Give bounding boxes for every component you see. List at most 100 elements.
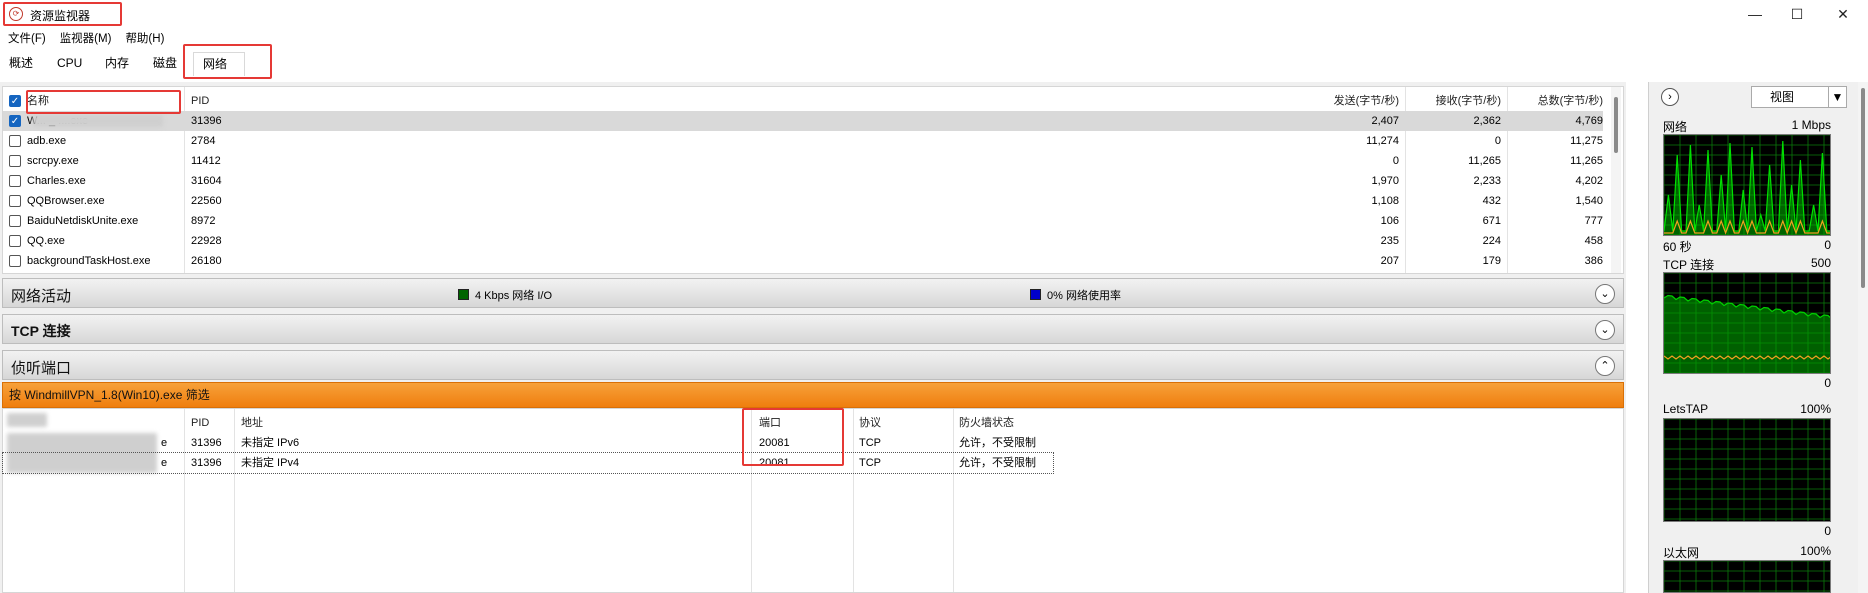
port-number: 20081 bbox=[759, 457, 790, 469]
process-checkbox[interactable] bbox=[9, 235, 21, 247]
process-checkbox[interactable]: ✓ bbox=[9, 115, 21, 127]
process-send: 11,274 bbox=[1366, 135, 1399, 147]
ports-col-port[interactable]: 端口 bbox=[759, 413, 781, 433]
process-row[interactable]: adb.exe 2784 11,274 0 11,275 bbox=[3, 131, 1603, 151]
expand-arrow-icon[interactable]: › bbox=[1661, 88, 1679, 106]
port-row[interactable]: e 31396 未指定 IPv6 20081 TCP 允许，不受限制 bbox=[3, 433, 1053, 453]
process-pid: 2784 bbox=[191, 135, 216, 147]
ports-table: PID 地址 端口 协议 防火墙状态 e 31396 未指定 IPv6 20081 TC… bbox=[2, 408, 1624, 593]
section-listening-ports[interactable]: 侦听端口 ⌃ bbox=[2, 350, 1624, 380]
port-number: 20081 bbox=[759, 437, 790, 449]
tab-memory[interactable]: 内存 bbox=[96, 52, 138, 76]
process-recv: 671 bbox=[1482, 215, 1501, 227]
tab-disk[interactable]: 磁盘 bbox=[144, 52, 186, 76]
title-bar: ⟳ 资源监视器 — ☐ ✕ bbox=[0, 0, 1868, 28]
io-legend-swatch bbox=[458, 289, 469, 300]
ports-col-pid[interactable]: PID bbox=[191, 413, 209, 433]
graph-tcp-value: 500 bbox=[1810, 256, 1831, 270]
process-recv: 2,233 bbox=[1473, 175, 1501, 187]
process-total: 1,540 bbox=[1575, 195, 1603, 207]
graph-tcp-title: TCP 连接 bbox=[1663, 258, 1715, 272]
process-row[interactable]: QQ.exe 22928 235 224 458 bbox=[3, 231, 1603, 251]
chevron-down-icon[interactable]: ⌄ bbox=[1595, 284, 1615, 304]
process-send: 207 bbox=[1380, 255, 1399, 267]
process-name: Charles.exe bbox=[27, 175, 86, 187]
close-icon[interactable]: ✕ bbox=[1828, 4, 1858, 24]
process-checkbox[interactable] bbox=[9, 255, 21, 267]
process-row[interactable]: ✓W... _ ....exe313962,4072,3624,769 bbox=[3, 111, 1603, 131]
process-scrollbar[interactable] bbox=[1611, 87, 1621, 273]
process-total: 458 bbox=[1584, 235, 1603, 247]
process-name: scrcpy.exe bbox=[27, 155, 79, 167]
process-name: backgroundTaskHost.exe bbox=[27, 255, 151, 267]
process-name: adb.exe bbox=[27, 135, 67, 147]
menu-bar: 文件(F) 监视器(M) 帮助(H) bbox=[0, 30, 1868, 48]
col-name[interactable]: 名称 bbox=[27, 91, 49, 111]
process-total: 11,265 bbox=[1570, 155, 1603, 167]
menu-file[interactable]: 文件(F) bbox=[8, 30, 46, 48]
tcp-title: TCP 连接 bbox=[11, 323, 71, 339]
filter-bar: 按 WindmillVPN_1.8(Win10).exe 筛选 bbox=[2, 382, 1624, 408]
port-protocol: TCP bbox=[859, 457, 881, 469]
listening-title: 侦听端口 bbox=[11, 360, 72, 377]
ports-col-firewall[interactable]: 防火墙状态 bbox=[959, 413, 1014, 433]
port-row[interactable]: e 31396 未指定 IPv4 20081 TCP 允许，不受限制 bbox=[2, 452, 1054, 474]
process-pid: 8972 bbox=[191, 215, 216, 227]
process-total: 4,769 bbox=[1575, 115, 1603, 127]
usage-legend-label: 0% 网络使用率 bbox=[1047, 290, 1121, 302]
tab-network[interactable]: 网络 bbox=[193, 52, 245, 76]
process-total: 777 bbox=[1584, 215, 1603, 227]
process-row[interactable]: Charles.exe 31604 1,970 2,233 4,202 bbox=[3, 171, 1603, 191]
maximize-icon[interactable]: ☐ bbox=[1782, 4, 1812, 24]
process-total: 11,275 bbox=[1570, 135, 1603, 147]
col-total[interactable]: 总数(字节/秒) bbox=[1507, 91, 1603, 111]
menu-help[interactable]: 帮助(H) bbox=[125, 30, 164, 48]
ports-col-address[interactable]: 地址 bbox=[241, 413, 263, 433]
process-recv: 0 bbox=[1494, 135, 1501, 147]
graph-letstap-value: 100% bbox=[1800, 402, 1831, 416]
section-network-activity[interactable]: 网络活动 4 Kbps 网络 I/O 0% 网络使用率 ⌄ bbox=[2, 278, 1624, 308]
menu-monitor[interactable]: 监视器(M) bbox=[60, 30, 112, 48]
port-pid: 31396 bbox=[191, 437, 222, 449]
col-recv[interactable]: 接收(字节/秒) bbox=[1405, 91, 1501, 111]
process-send: 0 bbox=[1392, 155, 1399, 167]
io-legend-label: 4 Kbps 网络 I/O bbox=[475, 290, 553, 302]
view-button[interactable]: 视图 ▼ bbox=[1751, 86, 1847, 108]
process-row[interactable]: QQBrowser.exe 22560 1,108 432 1,540 bbox=[3, 191, 1603, 211]
tab-bar: 概述 CPU 内存 磁盘 网络 bbox=[0, 50, 1868, 76]
side-scrollbar[interactable] bbox=[1858, 82, 1868, 593]
tab-cpu[interactable]: CPU bbox=[48, 52, 91, 76]
process-table: ✓ 名称 PID 发送(字节/秒) 接收(字节/秒) 总数(字节/秒) ✓W..… bbox=[2, 86, 1624, 274]
graph-network-min: 0 bbox=[1824, 238, 1831, 252]
process-row[interactable]: scrcpy.exe 11412 0 11,265 11,265 bbox=[3, 151, 1603, 171]
process-pid: 31396 bbox=[191, 115, 222, 127]
process-row[interactable]: BaiduNetdiskUnite.exe 8972 106 671 777 bbox=[3, 211, 1603, 231]
col-pid[interactable]: PID bbox=[191, 91, 209, 111]
graph-letstap-title: LetsTAP bbox=[1663, 402, 1709, 416]
process-send: 235 bbox=[1380, 235, 1399, 247]
section-tcp[interactable]: TCP 连接 ⌄ bbox=[2, 314, 1624, 344]
port-firewall: 允许，不受限制 bbox=[959, 437, 1036, 449]
col-send[interactable]: 发送(字节/秒) bbox=[1303, 91, 1399, 111]
process-checkbox[interactable] bbox=[9, 155, 21, 167]
dropdown-arrow-icon[interactable]: ▼ bbox=[1828, 87, 1846, 107]
process-recv: 224 bbox=[1482, 235, 1501, 247]
process-name: BaiduNetdiskUnite.exe bbox=[27, 215, 139, 227]
minimize-icon[interactable]: — bbox=[1740, 4, 1770, 24]
process-row[interactable]: backgroundTaskHost.exe 26180 207 179 386 bbox=[3, 251, 1603, 271]
chevron-down-icon[interactable]: ⌄ bbox=[1595, 320, 1615, 340]
process-checkbox[interactable] bbox=[9, 195, 21, 207]
process-recv: 2,362 bbox=[1473, 115, 1501, 127]
chevron-up-icon[interactable]: ⌃ bbox=[1595, 356, 1615, 376]
process-checkbox[interactable] bbox=[9, 135, 21, 147]
ports-col-protocol[interactable]: 协议 bbox=[859, 413, 881, 433]
network-graph bbox=[1663, 134, 1831, 236]
process-recv: 11,265 bbox=[1468, 155, 1501, 167]
process-checkbox[interactable] bbox=[9, 215, 21, 227]
process-pid: 11412 bbox=[191, 155, 221, 167]
select-all-checkbox[interactable]: ✓ bbox=[9, 95, 21, 107]
process-name: QQBrowser.exe bbox=[27, 195, 105, 207]
tab-overview[interactable]: 概述 bbox=[0, 52, 42, 76]
process-send: 1,108 bbox=[1371, 195, 1399, 207]
process-checkbox[interactable] bbox=[9, 175, 21, 187]
